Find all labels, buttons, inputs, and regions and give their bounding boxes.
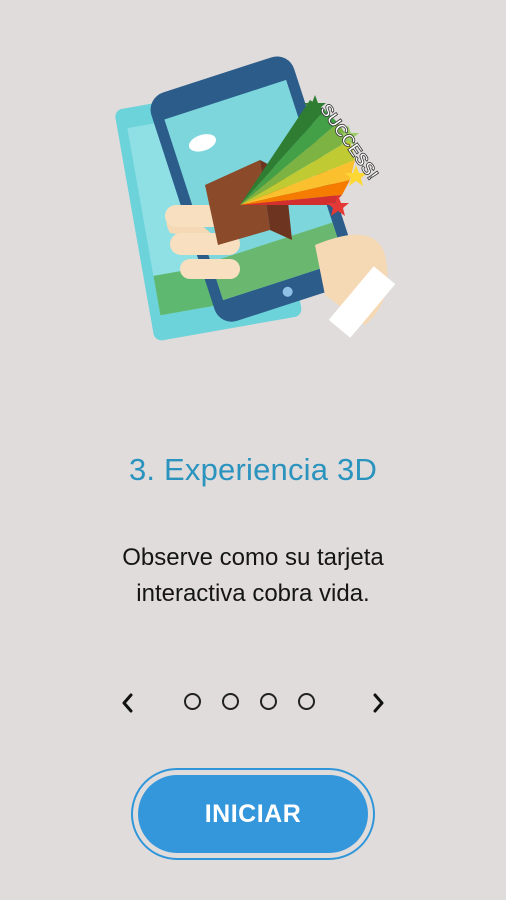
chevron-left-icon[interactable] xyxy=(111,686,145,720)
page-dot[interactable] xyxy=(222,693,239,710)
slide-description: Observe como su tarjeta interactiva cobr… xyxy=(60,540,446,612)
start-button[interactable]: INICIAR xyxy=(138,775,368,853)
ar-phone-illustration: SUCCESS! xyxy=(110,55,420,345)
page-dot[interactable] xyxy=(298,693,315,710)
page-dot[interactable] xyxy=(260,693,277,710)
slide-pager xyxy=(0,686,506,720)
slide-description-line-2: interactiva cobra vida. xyxy=(136,580,370,607)
slide-title: 3. Experiencia 3D xyxy=(128,452,378,487)
page-indicator xyxy=(184,693,315,710)
slide-description-line-1: Observe como su tarjeta xyxy=(122,544,384,571)
page-dot[interactable] xyxy=(184,693,201,710)
chevron-right-icon[interactable] xyxy=(361,686,395,720)
